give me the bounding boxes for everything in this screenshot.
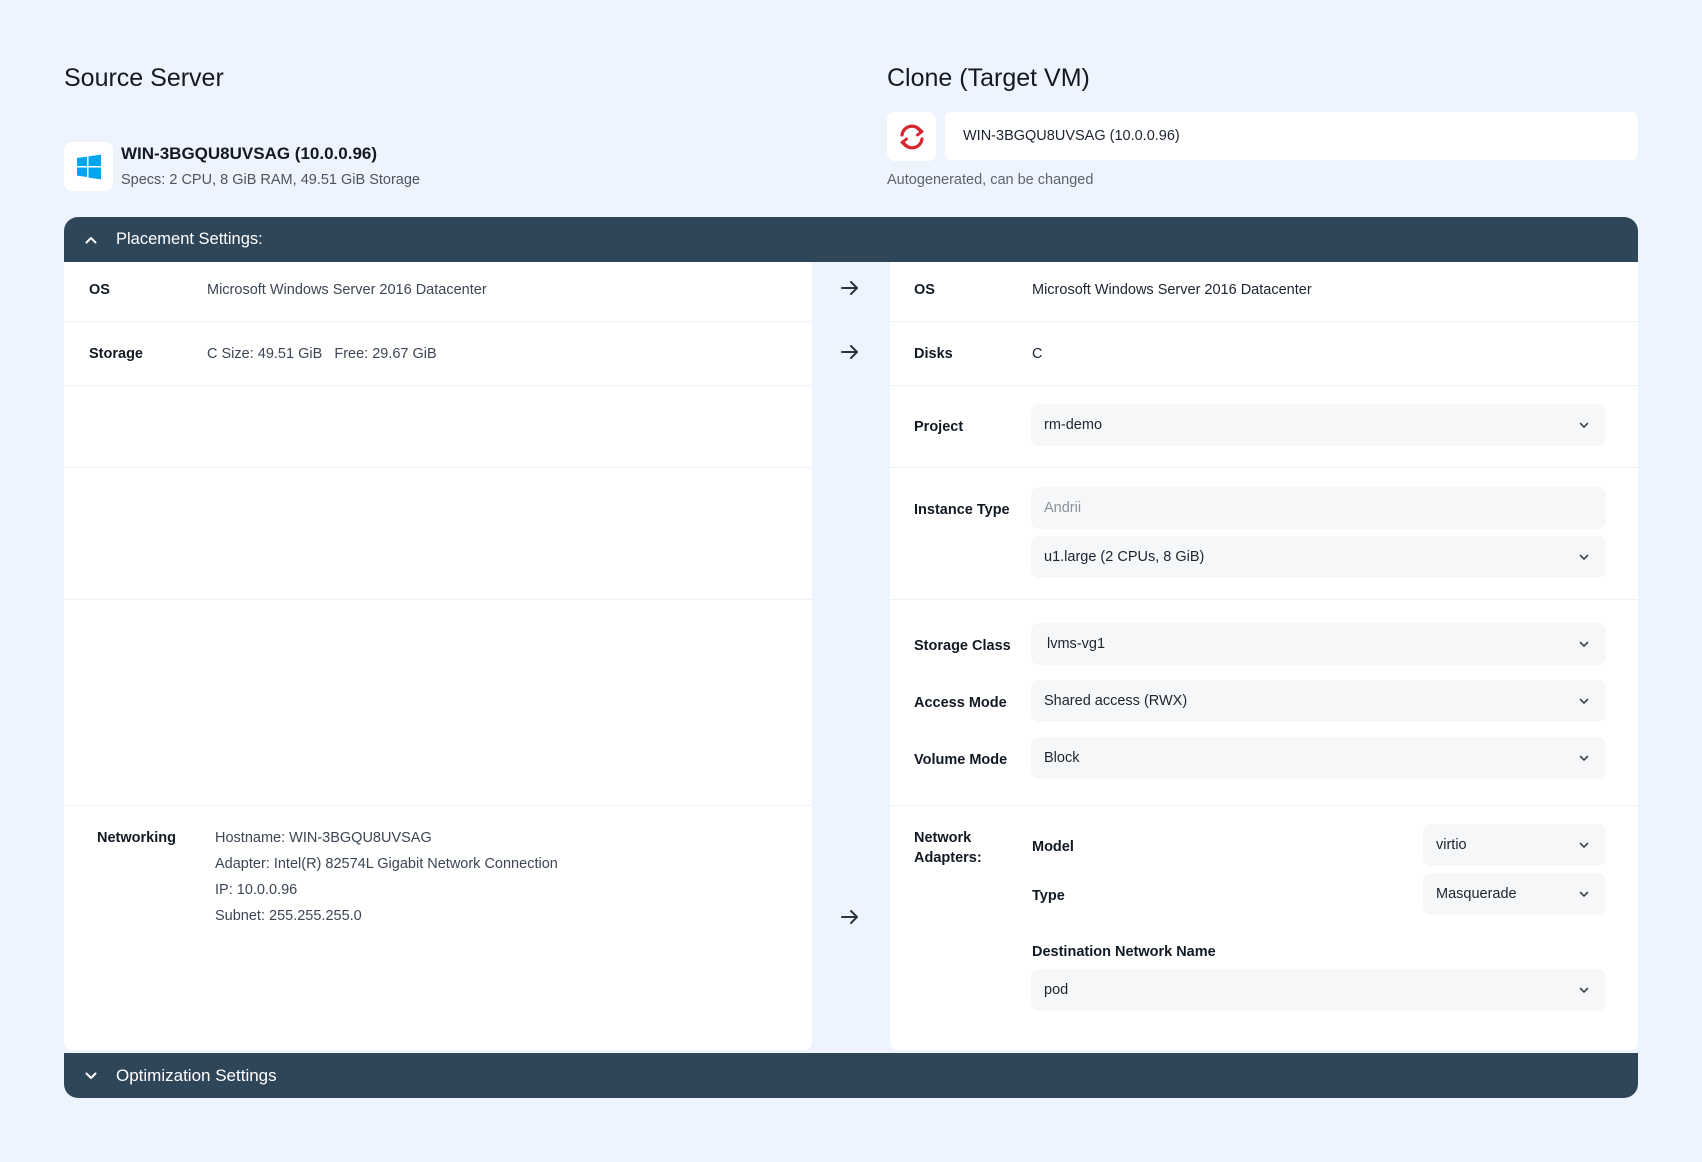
type-label: Type xyxy=(1032,888,1065,904)
openshift-refresh-icon xyxy=(887,112,936,161)
arrow-right-icon xyxy=(838,340,862,364)
source-server-title: Source Server xyxy=(64,64,224,92)
destination-network-label: Destination Network Name xyxy=(1032,944,1216,960)
source-storage-label: Storage xyxy=(89,346,143,362)
instance-type-label: Instance Type xyxy=(914,502,1010,518)
chevron-down-icon xyxy=(1576,982,1592,998)
chevron-up-icon xyxy=(80,229,102,251)
instance-type-filter-input[interactable]: Andrii xyxy=(1031,487,1606,529)
model-select[interactable]: virtio xyxy=(1423,824,1606,866)
source-server-name: WIN-3BGQU8UVSAG (10.0.0.96) xyxy=(121,144,378,163)
volume-mode-select-value: Block xyxy=(1044,750,1080,766)
chevron-down-icon xyxy=(1576,693,1592,709)
type-select[interactable]: Masquerade xyxy=(1423,873,1606,915)
source-server-specs: Specs: 2 CPU, 8 GiB RAM, 49.51 GiB Stora… xyxy=(121,172,420,188)
chevron-down-icon xyxy=(1576,549,1592,565)
windows-logo-icon xyxy=(64,142,113,191)
chevron-down-icon xyxy=(1576,636,1592,652)
volume-mode-select[interactable]: Block xyxy=(1031,737,1606,779)
source-storage-value: C Size: 49.51 GiB Free: 29.67 GiB xyxy=(207,346,437,362)
networking-adapter: Adapter: Intel(R) 82574L Gigabit Network… xyxy=(215,856,558,872)
storage-class-select-value: lvms-vg1 xyxy=(1047,636,1106,652)
destination-network-select-value: pod xyxy=(1044,982,1069,998)
chevron-down-icon xyxy=(1576,886,1592,902)
placement-settings-label: Placement Settings: xyxy=(116,230,263,248)
access-mode-select-value: Shared access (RWX) xyxy=(1044,693,1188,709)
optimization-settings-label: Optimization Settings xyxy=(116,1065,277,1085)
source-os-value: Microsoft Windows Server 2016 Datacenter xyxy=(207,282,487,298)
source-networking-label: Networking xyxy=(97,830,176,846)
networking-ip: IP: 10.0.0.96 xyxy=(215,882,298,898)
target-disks-label: Disks xyxy=(914,346,953,362)
model-label: Model xyxy=(1032,839,1074,855)
instance-type-select[interactable]: u1.large (2 CPUs, 8 GiB) xyxy=(1031,536,1606,578)
target-vm-title: Clone (Target VM) xyxy=(887,64,1090,92)
source-os-label: OS xyxy=(89,282,110,298)
network-adapters-label: Network Adapters: xyxy=(914,830,982,866)
instance-type-select-value: u1.large (2 CPUs, 8 GiB) xyxy=(1044,549,1205,565)
target-vm-name-hint: Autogenerated, can be changed xyxy=(887,172,1094,188)
placement-settings-toggle[interactable]: Placement Settings: xyxy=(64,217,1638,262)
networking-subnet: Subnet: 255.255.255.0 xyxy=(215,908,362,924)
destination-network-select[interactable]: pod xyxy=(1031,969,1606,1011)
storage-class-label: Storage Class xyxy=(914,638,1011,654)
storage-class-select[interactable]: lvms-vg1 xyxy=(1031,623,1606,665)
source-placement-panel: OS Microsoft Windows Server 2016 Datacen… xyxy=(64,262,812,1050)
optimization-settings-toggle[interactable]: Optimization Settings xyxy=(64,1053,1638,1098)
chevron-down-icon xyxy=(1576,837,1592,853)
chevron-down-icon xyxy=(1576,417,1592,433)
arrow-right-icon xyxy=(838,905,862,929)
volume-mode-label: Volume Mode xyxy=(914,752,1008,768)
access-mode-select[interactable]: Shared access (RWX) xyxy=(1031,680,1606,722)
target-os-label: OS xyxy=(914,282,935,298)
target-disks-value: C xyxy=(1032,346,1043,362)
networking-hostname: Hostname: WIN-3BGQU8UVSAG xyxy=(215,830,432,846)
arrow-right-icon xyxy=(838,276,862,300)
chevron-down-icon xyxy=(1576,750,1592,766)
target-os-value: Microsoft Windows Server 2016 Datacenter xyxy=(1032,282,1312,298)
project-select[interactable]: rm-demo xyxy=(1031,404,1606,446)
type-select-value: Masquerade xyxy=(1436,886,1517,902)
model-select-value: virtio xyxy=(1436,837,1467,853)
chevron-down-icon xyxy=(80,1065,102,1087)
target-vm-name-input[interactable] xyxy=(945,112,1638,160)
access-mode-label: Access Mode xyxy=(914,695,1007,711)
target-placement-panel: OS Microsoft Windows Server 2016 Datacen… xyxy=(890,262,1638,1050)
project-label: Project xyxy=(914,419,964,435)
project-select-value: rm-demo xyxy=(1044,417,1103,433)
